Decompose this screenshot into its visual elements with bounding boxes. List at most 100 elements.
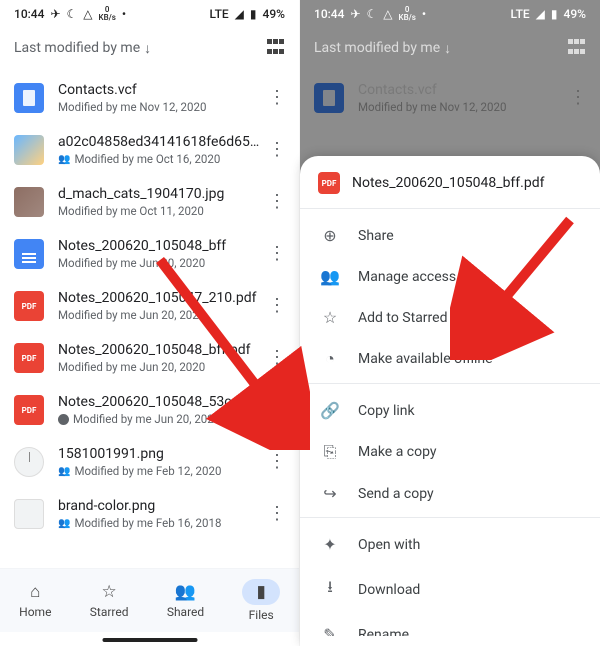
sheet-make-copy[interactable]: ⎘ Make a copy — [300, 431, 600, 473]
file-meta: Modified by me Nov 12, 2020 — [58, 100, 267, 114]
star-icon: ☆ — [320, 308, 340, 327]
home-icon: ⌂ — [30, 582, 40, 602]
png-icon — [14, 499, 44, 529]
view-toggle-grid[interactable] — [267, 39, 285, 57]
divider — [300, 208, 600, 209]
more-button[interactable]: ⋮ — [267, 347, 287, 369]
people-icon: 👥 — [175, 582, 196, 602]
nav-home[interactable]: ⌂ Home — [9, 578, 61, 623]
more-button[interactable]: ⋮ — [267, 243, 287, 265]
file-meta: 👥Modified by me Feb 16, 2018 — [58, 516, 267, 530]
status-bar: 10:44 ✈ ☾ △ 0KB/s • LTE ◢ ▮ 49% — [0, 0, 299, 28]
pdf-icon: PDF — [14, 291, 44, 321]
sheet-rename[interactable]: ✎ Rename — [300, 614, 600, 636]
copy-icon: ⎘ — [320, 442, 340, 462]
more-button[interactable]: ⋮ — [267, 295, 287, 317]
net-speed: 0KB/s — [99, 6, 116, 22]
file-row[interactable]: brand-color.png👥Modified by me Feb 16, 2… — [0, 488, 299, 540]
file-row[interactable]: PDF Notes_200620_105048_53c.pdf Modified b… — [0, 384, 299, 436]
signal-icon: ◢ — [235, 7, 244, 21]
file-row[interactable]: 1581001991.png 👥Modified by me Feb 12, 20… — [0, 436, 299, 488]
sort-row: Last modified by me ↓ — [300, 28, 600, 68]
more-button[interactable]: ⋮ — [267, 451, 287, 473]
more-button[interactable]: ⋮ — [267, 503, 287, 525]
battery-icon: ▮ — [250, 7, 257, 21]
sheet-manage-access[interactable]: 👥 Manage access — [300, 256, 600, 297]
star-icon: ☆ — [102, 582, 117, 602]
sheet-make-offline[interactable]: ◔ Make available offline — [300, 338, 600, 384]
pdf-icon: PDF — [318, 172, 340, 194]
dot-icon: • — [122, 7, 126, 21]
status-time: 10:44 — [14, 7, 44, 21]
more-button[interactable]: ⋮ — [267, 191, 287, 213]
shared-icon: 👥 — [58, 466, 70, 477]
bottom-nav: ⌂ Home ☆ Starred 👥 Shared ▮ Files — [0, 568, 299, 632]
sort-row[interactable]: Last modified by me ↓ — [0, 28, 299, 68]
sheet-add-starred[interactable]: ☆ Add to Starred — [300, 297, 600, 338]
people-icon: 👥 — [320, 267, 340, 286]
signal-icon: ◢ — [536, 7, 545, 21]
offline-badge-icon — [58, 414, 69, 425]
file-meta: Modified by me Jun 20, 2020 — [58, 360, 267, 374]
cloud-icon: △ — [383, 7, 392, 21]
sheet-title: Notes_200620_105048_bff.pdf — [352, 175, 544, 191]
file-name: Notes_200620_105048_53c.pdf — [58, 394, 267, 410]
shared-icon: 👥 — [58, 154, 70, 165]
file-meta: Modified by me Oct 11, 2020 — [58, 204, 267, 218]
pdf-icon: PDF — [14, 343, 44, 373]
file-list: Contacts.vcfModified by me Nov 12, 2020⋮… — [0, 68, 299, 540]
more-button[interactable]: ⋮ — [267, 399, 287, 421]
bottom-sheet: PDF Notes_200620_105048_bff.pdf ⊕ Share … — [300, 156, 600, 646]
link-icon: 🔗 — [320, 401, 340, 420]
telegram-icon: ✈ — [350, 7, 360, 21]
pdf-icon: PDF — [14, 395, 44, 425]
sheet-send-copy[interactable]: ↪ Send a copy — [300, 473, 600, 518]
status-bar: 10:44 ✈ ☾ △ 0KB/s • LTE ◢ ▮ 49% — [300, 0, 600, 28]
phone-left: 10:44 ✈ ☾ △ 0KB/s • LTE ◢ ▮ 49% Last mod… — [0, 0, 300, 646]
shared-icon: 👥 — [58, 518, 70, 529]
status-time: 10:44 — [314, 7, 344, 21]
file-row[interactable]: Notes_200620_105048_bffModified by me Ju… — [0, 228, 299, 280]
more-button[interactable]: ⋮ — [267, 87, 287, 109]
edit-icon: ✎ — [320, 625, 340, 636]
apps-icon: ✦ — [320, 535, 340, 554]
more-button[interactable]: ⋮ — [267, 139, 287, 161]
sheet-copy-link[interactable]: 🔗 Copy link — [300, 390, 600, 431]
sheet-header: PDF Notes_200620_105048_bff.pdf — [300, 170, 600, 208]
dot-icon: • — [422, 7, 426, 21]
file-row[interactable]: PDFNotes_200620_105048_bff.pdfModified b… — [0, 332, 299, 384]
file-meta: 👥Modified by me Feb 12, 2020 — [58, 464, 267, 478]
nav-starred[interactable]: ☆ Starred — [80, 578, 139, 623]
download-icon: ⭳ — [320, 576, 340, 603]
file-row[interactable]: PDFNotes_200620_105047_210.pdfModified b… — [0, 280, 299, 332]
file-name: 1581001991.png — [58, 446, 267, 462]
sheet-share[interactable]: ⊕ Share — [300, 215, 600, 256]
file-row[interactable]: d_mach_cats_1904170.jpg Modified by me Oc… — [0, 176, 299, 228]
network-label: LTE — [511, 7, 530, 21]
nav-files[interactable]: ▮ Files — [232, 575, 289, 626]
cloud-icon: △ — [83, 7, 92, 21]
nav-shared[interactable]: 👥 Shared — [157, 578, 214, 623]
network-label: LTE — [210, 7, 229, 21]
file-row[interactable]: a02c04858ed34141618fe6d65719a8a... 👥Modif… — [0, 124, 299, 176]
file-name: a02c04858ed34141618fe6d65719a8a... — [58, 134, 267, 150]
send-icon: ↪ — [320, 484, 340, 503]
net-speed: 0KB/s — [399, 6, 416, 22]
moon-icon: ☾ — [367, 7, 378, 21]
file-row[interactable]: Contacts.vcf Modified by me Nov 12, 2020⋮ — [0, 72, 299, 124]
file-meta: Modified by me Jun 20, 2020 — [58, 256, 267, 270]
battery-pct: 49% — [263, 7, 285, 21]
arrow-down-icon: ↓ — [444, 40, 451, 57]
file-meta: Modified by me Jun 20, 2020 — [58, 412, 267, 426]
file-meta: 👥Modified by me Oct 16, 2020 — [58, 152, 267, 166]
sort-label: Last modified by me — [14, 40, 140, 56]
sheet-open-with[interactable]: ✦ Open with — [300, 524, 600, 565]
img1-icon — [14, 135, 44, 165]
file-name: Notes_200620_105047_210.pdf — [58, 290, 267, 306]
battery-pct: 49% — [564, 7, 586, 21]
file-name: d_mach_cats_1904170.jpg — [58, 186, 267, 202]
doc-blue-icon — [14, 83, 44, 113]
sheet-download[interactable]: ⭳ Download — [300, 565, 600, 614]
view-toggle-grid — [568, 39, 586, 57]
file-name: Contacts.vcf — [58, 82, 267, 98]
